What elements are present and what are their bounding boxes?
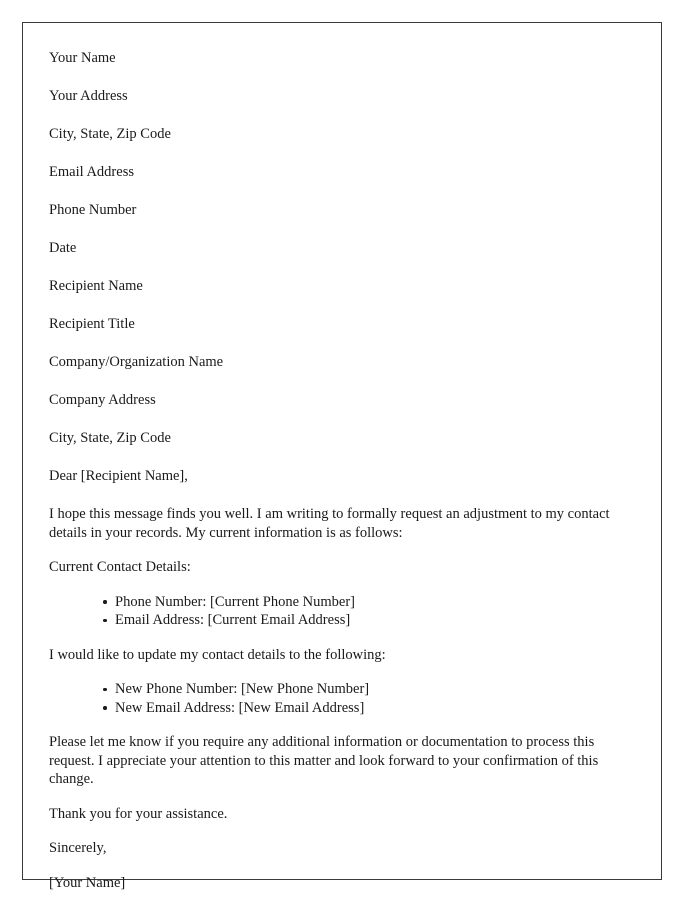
sender-name: Your Name — [49, 50, 116, 66]
recipient-city-state-zip: City, State, Zip Code — [49, 430, 171, 446]
document-page: Your Name Your Address City, State, Zip … — [22, 22, 662, 891]
recipient-address: Company Address — [49, 392, 156, 408]
current-details-heading: Current Contact Details: — [49, 559, 191, 575]
list-item: New Email Address: [New Email Address] — [103, 699, 619, 718]
sender-email: Email Address — [49, 164, 134, 180]
valediction: Sincerely, — [49, 840, 107, 856]
sender-address: Your Address — [49, 88, 128, 104]
closing-paragraph: Please let me know if you require any ad… — [49, 734, 599, 787]
sender-phone: Phone Number — [49, 202, 137, 218]
signature-line: [Your Name] — [49, 874, 126, 891]
recipient-name: Recipient Name — [49, 278, 143, 294]
list-item: New Phone Number: [New Phone Number] — [103, 680, 619, 699]
date-line: Date — [49, 240, 77, 256]
opening-paragraph: I hope this message finds you well. I am… — [49, 506, 610, 541]
current-contact-details-list: Phone Number: [Current Phone Number] Ema… — [49, 593, 619, 630]
recipient-title: Recipient Title — [49, 316, 135, 332]
salutation: Dear [Recipient Name], — [49, 468, 188, 484]
list-item: Email Address: [Current Email Address] — [103, 611, 619, 630]
new-contact-details-list: New Phone Number: [New Phone Number] New… — [49, 680, 619, 717]
list-item: Phone Number: [Current Phone Number] — [103, 593, 619, 612]
letter-content: Your Name Your Address City, State, Zip … — [23, 23, 661, 892]
sender-city-state-zip: City, State, Zip Code — [49, 126, 171, 142]
recipient-company: Company/Organization Name — [49, 354, 224, 370]
thanks-line: Thank you for your assistance. — [49, 805, 228, 822]
update-intro-paragraph: I would like to update my contact detail… — [49, 646, 386, 663]
